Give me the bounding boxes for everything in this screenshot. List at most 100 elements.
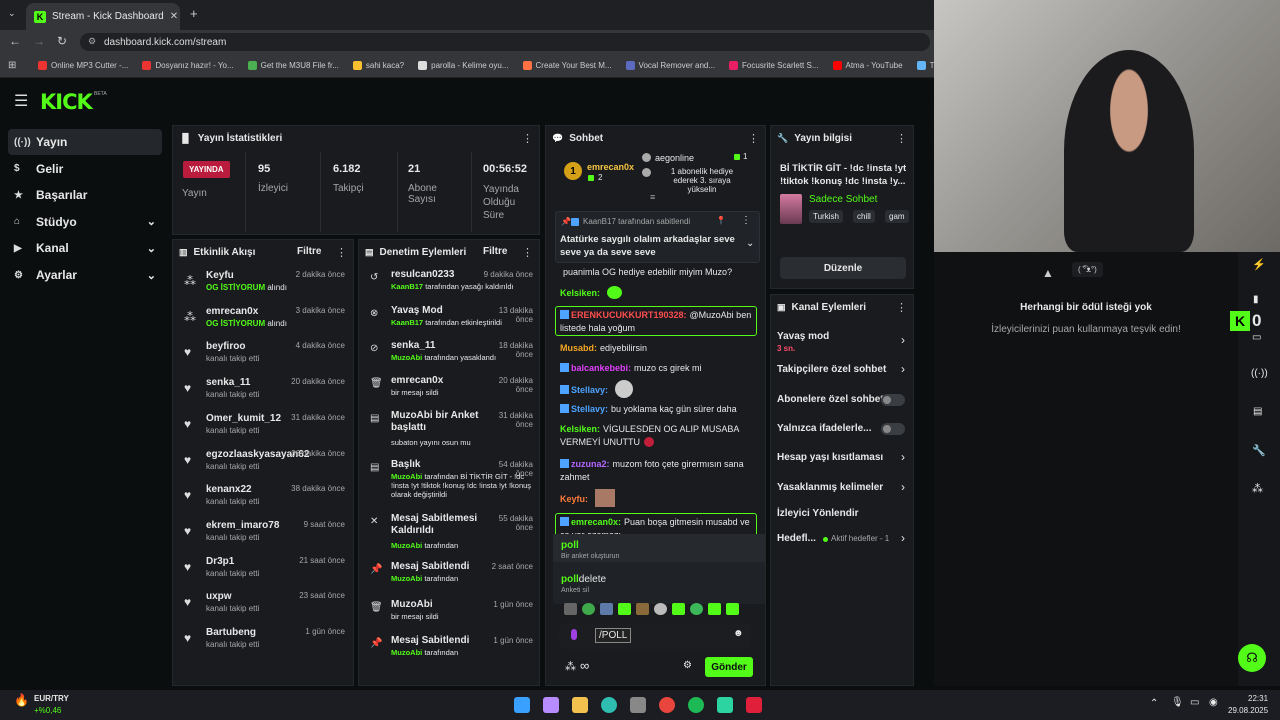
moderation-filter-button[interactable]: Filtre <box>483 246 507 257</box>
chat-message[interactable]: Kelsiken: VİGULESDEN OG ALIP MUSABA VERME… <box>560 423 756 449</box>
info-menu-icon[interactable]: ⋮ <box>896 132 907 145</box>
tag-3[interactable]: gam <box>885 210 909 223</box>
close-tab-icon[interactable]: ✕ <box>170 11 178 22</box>
kick-logo[interactable]: KICK <box>40 90 93 114</box>
chrome-icon[interactable] <box>659 697 675 713</box>
channel-menu-icon[interactable]: ⋮ <box>896 301 907 314</box>
sidebar-item-3[interactable]: ⌂ Stüdyo ⌄ <box>8 209 162 235</box>
wrench-icon[interactable]: 🔧 <box>1252 444 1266 457</box>
chat-tools-icon[interactable]: ⁂ <box>565 660 576 673</box>
moderation-item[interactable]: ↺ resulcan0233 9 dakika önce KaanB17 tarafı… <box>359 266 539 300</box>
chat-message[interactable]: Kelsiken: <box>560 286 756 300</box>
activity-item[interactable]: ♥ ekrem_imaro78 9 saat önce kanalı takip et… <box>173 516 353 550</box>
chat-username[interactable]: Stellavy: <box>571 404 608 414</box>
bookmark-item[interactable]: Online MP3 Cutter -... <box>38 61 128 70</box>
chat-settings-icon[interactable]: ⚙ <box>683 660 692 671</box>
pinned-message[interactable]: 📌 KaanB17 tarafından sabitlendi 📍 ⋮ Atat… <box>555 211 760 263</box>
send-button[interactable]: Gönder <box>705 657 753 677</box>
chat-message[interactable]: Stellavy: <box>560 380 756 398</box>
activity-menu-icon[interactable]: ⋮ <box>336 246 347 259</box>
media-player-icon[interactable] <box>746 697 762 713</box>
mic-icon[interactable] <box>571 629 577 640</box>
expand-pinned-icon[interactable]: ⌄ <box>746 238 754 249</box>
tag-2[interactable]: chill <box>853 210 875 223</box>
bookmark-item[interactable]: Create Your Best M... <box>522 61 612 70</box>
store-icon[interactable] <box>630 697 646 713</box>
spotify-icon[interactable] <box>688 697 704 713</box>
tab-list-icon[interactable]: ⌄ <box>8 8 16 19</box>
moderation-item[interactable]: 🗑 emrecan0x 20 dakika önce bir mesajı sildi <box>359 372 539 406</box>
emoji-icon[interactable]: ☻ <box>733 628 744 639</box>
reload-icon[interactable]: ↻ <box>57 34 67 48</box>
emotes-only-toggle[interactable] <box>881 423 905 435</box>
emote-icon[interactable] <box>582 603 595 615</box>
account-age-row[interactable]: Hesap yaşı kısıtlaması › <box>771 450 913 468</box>
chat-username[interactable]: Stellavy: <box>571 385 608 395</box>
edit-info-button[interactable]: Düzenle <box>780 257 906 279</box>
collapse-icon[interactable]: ≡ <box>650 192 655 202</box>
bookmark-item[interactable]: Get the M3U8 File fr... <box>247 61 339 70</box>
emote-icon[interactable] <box>654 603 667 615</box>
emote-icon[interactable] <box>726 603 739 615</box>
bookmark-item[interactable]: Focusrite Scarlett S... <box>729 61 819 70</box>
chat-message[interactable]: puanimla OG hediye edebilir miyim Muzo? <box>560 266 756 279</box>
bookmark-item[interactable]: Vocal Remover and... <box>625 61 715 70</box>
mic-tray-icon[interactable]: 🎙 <box>1171 697 1184 708</box>
sidebar-item-4[interactable]: ▶ Kanal ⌄ <box>8 235 162 261</box>
browser-tab[interactable]: K Stream - Kick Dashboard ✕ <box>26 3 180 30</box>
sidebar-item-1[interactable]: $ Gelir <box>8 156 162 182</box>
site-info-icon[interactable]: ⚙ <box>88 36 96 47</box>
chat-message[interactable]: zuzuna2: muzom foto çete girermısın sana … <box>560 458 756 484</box>
activity-item[interactable]: ♥ beyfiroo 4 dakika önce kanalı takip etti <box>173 337 353 371</box>
chat-username[interactable]: ERENKUCUKKURT190328: <box>571 310 687 320</box>
chat-username[interactable]: Kelsiken: <box>560 424 600 434</box>
second-gifter-name[interactable]: aegonline <box>655 153 694 163</box>
emote-icon[interactable] <box>600 603 613 615</box>
top-gifter-name[interactable]: emrecan0x <box>587 162 634 172</box>
emote-icon[interactable] <box>564 603 577 615</box>
bookmark-item[interactable]: Thum <box>916 61 934 70</box>
broadcast-icon[interactable]: ((·)) <box>1251 368 1268 379</box>
goals-row[interactable]: Hedefl... Aktif hedefler - 1 › <box>771 531 913 549</box>
activity-item[interactable]: ♥ kenanx22 38 dakika önce kanalı takip etti <box>173 480 353 514</box>
clock-time[interactable]: 22:31 <box>1248 694 1268 703</box>
trash-icon[interactable]: ▮ <box>1253 294 1259 305</box>
chat-input-box[interactable]: /POLL ☻ <box>559 623 751 649</box>
bookmark-item[interactable]: parolla - Kelime oyu... <box>418 61 509 70</box>
moderation-item[interactable]: ▤ Başlık 54 dakika önce MuzoAbi tarafından … <box>359 456 539 499</box>
emote-icon[interactable] <box>636 603 649 615</box>
moderation-item[interactable]: 🗑 MuzoAbi 1 gün önce bir mesajı sildi <box>359 596 539 630</box>
activity-item[interactable]: ♥ egzozlaaskyasayan62 36 dakika önce kanalı… <box>173 445 353 479</box>
activity-item[interactable]: ♥ senka_11 20 dakika önce kanalı takip etti <box>173 373 353 407</box>
display-tray-icon[interactable]: ▭ <box>1190 697 1199 708</box>
support-icon[interactable]: ☊ <box>1238 644 1266 672</box>
moderation-item[interactable]: ⊘ senka_11 18 dakika önce MuzoAbi tarafında… <box>359 337 539 371</box>
bookmark-item[interactable]: sahi kaca? <box>352 61 404 70</box>
subs-only-toggle[interactable] <box>881 394 905 406</box>
chat-message[interactable]: balcankebebi: muzo cs girek mi <box>560 362 756 375</box>
moderation-item[interactable]: ▤ MuzoAbi bir Anket başlattı 31 dakika önc… <box>359 407 539 447</box>
followers-only-row[interactable]: Takipçilere özel sohbet › <box>771 362 913 380</box>
chat-message[interactable]: Stellavy: bu yoklama kaç gün sürer daha <box>560 403 756 416</box>
chat-message[interactable]: ERENKUCUKKURT190328: @MuzoAbi ben listede… <box>555 306 757 336</box>
sidebar-item-0[interactable]: ((·)) Yayın <box>8 129 162 155</box>
emote-icon[interactable] <box>708 603 721 615</box>
moderation-item[interactable]: 📌 Mesaj Sabitlendi 1 gün önce MuzoAbi taraf… <box>359 632 539 666</box>
infinity-icon[interactable]: ∞ <box>580 658 589 673</box>
tray-chevron-icon[interactable]: ⌃ <box>1150 698 1158 709</box>
activity-item[interactable]: ♥ Dr3p1 21 saat önce kanalı takip etti <box>173 552 353 586</box>
pinned-menu-icon[interactable]: ⋮ <box>741 215 751 226</box>
moderation-item[interactable]: 📌 Mesaj Sabitlendi 2 saat önce MuzoAbi tara… <box>359 558 539 592</box>
sidebar-item-5[interactable]: ⚙ Ayarlar ⌄ <box>8 262 162 288</box>
emote-icon[interactable] <box>690 603 703 615</box>
new-tab-icon[interactable]: + <box>190 6 198 21</box>
forward-icon[interactable]: → <box>33 34 45 48</box>
suggestion-poll[interactable]: poll Bir anket oluşturun <box>553 534 765 562</box>
redirect-row[interactable]: İzleyici Yönlendir <box>771 506 913 524</box>
edge-icon[interactable] <box>601 697 617 713</box>
moderation-menu-icon[interactable]: ⋮ <box>522 246 533 259</box>
chat-username[interactable]: Keyfu: <box>560 494 588 504</box>
lightning-icon[interactable]: ⚡ <box>1252 258 1266 271</box>
suggestion-polldelete[interactable]: polldelete Anketi sil <box>553 569 765 597</box>
moderation-item[interactable]: ✕ Mesaj Sabitlemesi Kaldırıldı 55 dakika ö… <box>359 510 539 550</box>
